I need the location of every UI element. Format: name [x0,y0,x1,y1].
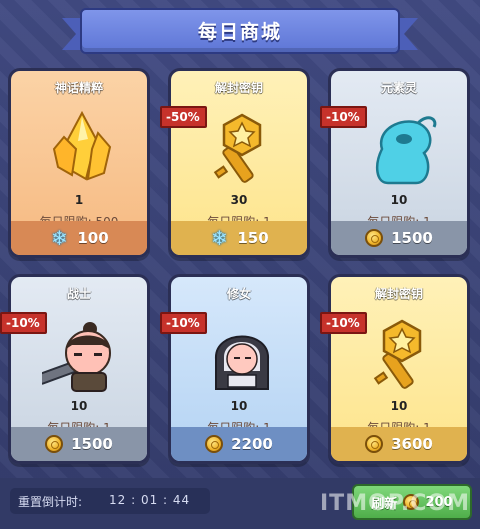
shop-card-nun[interactable]: 修女 10 每日限购: 1 2200 [168,274,310,464]
price-value: 1500 [391,229,433,247]
card-name: 战士 [66,287,91,301]
page-title: 每日商城 [197,21,282,43]
title-banner: 每日商城 [62,8,418,54]
price-value: 3600 [391,435,433,453]
gold-key-icon [213,113,262,183]
buy-button[interactable]: 1500 [331,221,467,255]
card-name: 解封密钥 [214,81,263,95]
price-value: 2200 [231,435,273,453]
item-quantity: 10 [230,399,248,413]
discount-badge: -10% [320,106,367,128]
timer-label: 重置倒计时: [18,495,83,509]
price-value: 1500 [71,435,113,453]
coin-icon [365,435,384,453]
discount-badge: -10% [320,312,367,334]
timer-value: 12 : 01 : 44 [109,493,191,507]
price-value: 150 [237,229,269,247]
buy-button[interactable]: 2200 [171,427,307,461]
item-quantity: 10 [70,399,88,413]
coin-icon [365,229,384,247]
shop-card-warrior[interactable]: 战士 10 每日限购: 1 1500 [8,274,150,464]
shop-card-unseal-key-2[interactable]: 解封密钥 10 每日限购: 1 3600 [328,274,470,464]
coin-icon [45,435,64,453]
item-quantity: 10 [390,399,408,413]
elemental-spirit-icon [375,116,437,185]
item-quantity: 1 [74,193,84,207]
discount-badge: -10% [0,312,47,334]
price-value: 100 [77,229,109,247]
buy-button[interactable]: 1500 [11,427,147,461]
shop-card-mythic-essence[interactable]: 神话精粹 1 每日限购: 500 ❄ 100 [8,68,150,258]
shop-card-elemental[interactable]: 元素灵 10 每日限购: 1 1500 [328,68,470,258]
card-name: 修女 [226,287,251,301]
buy-button[interactable]: 3600 [331,427,467,461]
discount-badge: -50% [160,106,207,128]
card-name: 元素灵 [380,81,417,95]
buy-button[interactable]: ❄ 150 [171,221,307,255]
discount-badge: -10% [160,312,207,334]
shop-card-unseal-key[interactable]: 解封密钥 30 每日限购: 1 ❄ 150 [168,68,310,258]
warrior-icon [42,322,111,392]
buy-button[interactable]: ❄ 100 [11,221,147,255]
reset-timer: 重置倒计时: 12 : 01 : 44 [10,488,210,514]
item-quantity: 30 [230,193,248,207]
card-name: 解封密钥 [374,287,423,301]
item-quantity: 10 [390,193,408,207]
watermark: ITMOP.COM [320,491,470,516]
coin-icon [205,435,224,453]
crystal-icon: ❄ [50,226,68,250]
gold-key-icon [373,319,422,389]
crystal-icon: ❄ [210,226,228,250]
nun-icon [214,335,270,390]
card-name: 神话精粹 [54,81,103,95]
crystal-cluster-icon [52,110,112,181]
